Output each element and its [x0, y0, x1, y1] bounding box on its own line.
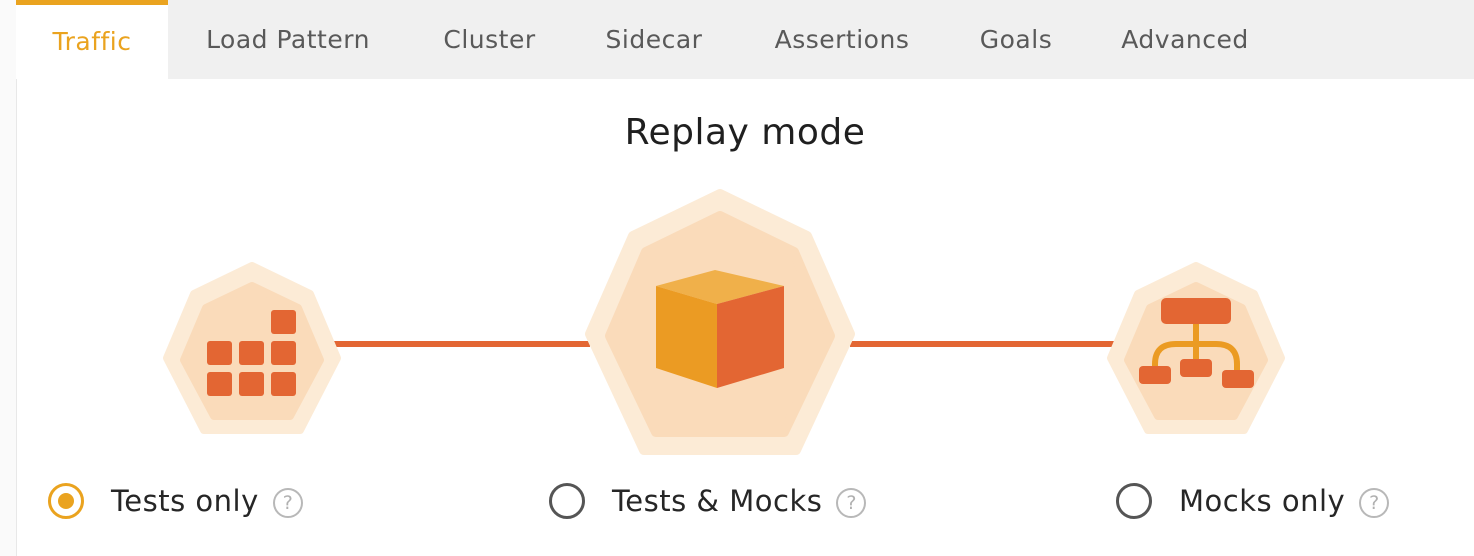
option-tests-and-mocks[interactable]: Tests & Mocks ?	[549, 480, 867, 522]
tab-label: Cluster	[443, 25, 536, 54]
connector-line-left	[330, 341, 590, 347]
tests-and-mocks-hex[interactable]	[582, 188, 858, 464]
option-tests-only[interactable]: Tests only ?	[48, 480, 303, 522]
tab-load-pattern[interactable]: Load Pattern	[168, 0, 408, 79]
tab-label: Traffic	[52, 27, 132, 56]
tab-label: Goals	[979, 25, 1053, 54]
option-label: Tests & Mocks	[612, 484, 823, 518]
tab-sidecar[interactable]: Sidecar	[571, 0, 737, 79]
tab-goals[interactable]: Goals	[947, 0, 1085, 79]
tab-label: Load Pattern	[206, 25, 370, 54]
option-mocks-only[interactable]: Mocks only ?	[1116, 480, 1390, 522]
connector-line-right	[850, 341, 1118, 347]
tab-bar: Traffic Load Pattern Cluster Sidecar Ass…	[16, 0, 1474, 79]
help-icon[interactable]: ?	[272, 488, 303, 518]
tab-cluster[interactable]: Cluster	[408, 0, 571, 79]
help-icon[interactable]: ?	[836, 488, 867, 518]
tab-label: Assertions	[774, 25, 910, 54]
tab-traffic[interactable]: Traffic	[16, 0, 168, 79]
help-icon[interactable]: ?	[1359, 488, 1390, 518]
tests-only-hex[interactable]	[162, 262, 342, 442]
option-label: Mocks only	[1179, 484, 1346, 518]
mocks-only-hex[interactable]	[1106, 262, 1286, 442]
tab-assertions[interactable]: Assertions	[737, 0, 947, 79]
replay-mode-title: Replay mode	[624, 112, 866, 153]
tab-advanced[interactable]: Advanced	[1085, 0, 1285, 79]
cube-icon	[656, 270, 784, 388]
tab-label: Advanced	[1121, 25, 1249, 54]
left-panel-edge	[0, 0, 17, 556]
option-label: Tests only	[111, 484, 259, 518]
radio-tests-only[interactable]	[48, 483, 84, 519]
tab-label: Sidecar	[605, 25, 703, 54]
radio-mocks-only[interactable]	[1116, 483, 1152, 519]
radio-tests-and-mocks[interactable]	[549, 483, 585, 519]
